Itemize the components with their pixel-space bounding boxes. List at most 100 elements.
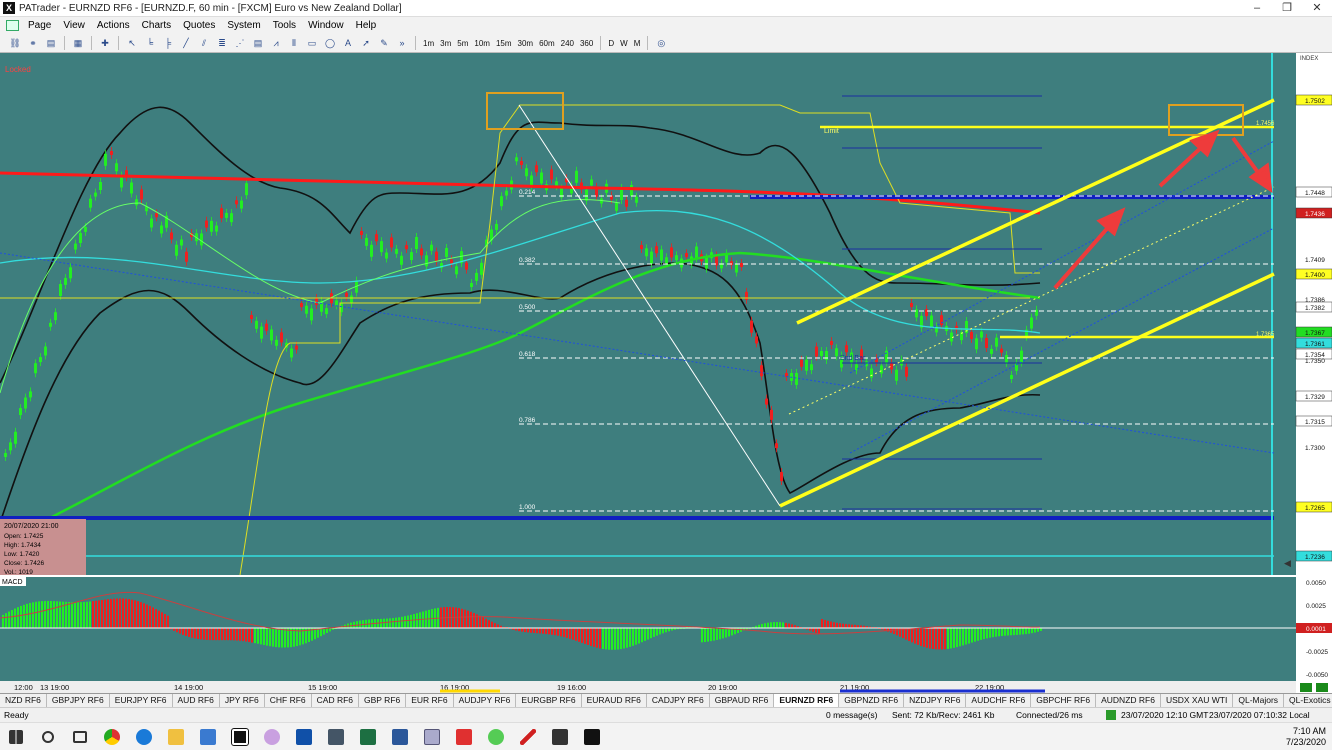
app-purple-icon[interactable] xyxy=(256,723,288,751)
period-monthly[interactable]: M xyxy=(631,39,644,48)
refresh-icon[interactable]: ◎ xyxy=(654,37,668,50)
edge-icon[interactable] xyxy=(128,723,160,751)
tab-eurjpy-rf6[interactable]: EURJPY RF6 xyxy=(110,694,173,707)
tab-gbpchf-rf6[interactable]: GBPCHF RF6 xyxy=(1031,694,1097,707)
price-pane[interactable] xyxy=(0,53,1296,575)
tab-gbpaud-rf6[interactable]: GBPAUD RF6 xyxy=(710,694,775,707)
tab-cadjpy-rf6[interactable]: CADJPY RF6 xyxy=(647,694,710,707)
speaker-icon[interactable]: ◀ xyxy=(1284,558,1291,568)
restore-button[interactable]: ❐ xyxy=(1272,0,1302,17)
scroll-right-button[interactable] xyxy=(1316,683,1328,692)
ellipse-icon[interactable]: ◯ xyxy=(323,37,337,50)
outlook-icon[interactable] xyxy=(288,723,320,751)
menu-view[interactable]: View xyxy=(57,17,91,34)
taskbar-clock[interactable]: 7:10 AM 7/23/2020 xyxy=(1286,726,1326,748)
timeframe-5m[interactable]: 5m xyxy=(454,39,471,48)
timeframe-30m[interactable]: 30m xyxy=(515,39,537,48)
menu-help[interactable]: Help xyxy=(350,17,383,34)
tab-nzdjpy-rf6[interactable]: NZDJPY RF6 xyxy=(904,694,967,707)
tab-ql-exotics[interactable]: QL-Exotics xyxy=(1284,694,1332,707)
timeframe-3m[interactable]: 3m xyxy=(437,39,454,48)
patrader-taskbar-icon[interactable] xyxy=(224,723,256,751)
cycles-icon[interactable]: ⦀ xyxy=(287,37,301,50)
timeframe-10m[interactable]: 10m xyxy=(471,39,493,48)
period-weekly[interactable]: W xyxy=(617,39,631,48)
crosshair-icon[interactable]: ✚ xyxy=(98,37,112,50)
tab-nzd-rf6[interactable]: NZD RF6 xyxy=(0,694,47,707)
chart-style-icon[interactable]: ▦ xyxy=(71,37,85,50)
timeframe-360[interactable]: 360 xyxy=(577,39,596,48)
menu-tools[interactable]: Tools xyxy=(267,17,302,34)
video-app-icon[interactable] xyxy=(544,723,576,751)
link-group-icon[interactable]: ⚭ xyxy=(26,37,40,50)
tab-jpy-rf6[interactable]: JPY RF6 xyxy=(220,694,265,707)
rectangle-icon[interactable]: ▭ xyxy=(305,37,319,50)
vertical-line-icon[interactable]: ╞ xyxy=(161,37,175,50)
windows-start-icon[interactable] xyxy=(0,723,32,751)
chart-area[interactable]: 0.214 0.382 0.500 0.618 0.786 1.000 Locked Li… xyxy=(0,53,1332,693)
period-daily[interactable]: D xyxy=(605,39,617,48)
app-n-icon[interactable] xyxy=(480,723,512,751)
tab-usdx-xau-wti[interactable]: USDX XAU WTI xyxy=(1161,694,1234,707)
tab-chf-rf6[interactable]: CHF RF6 xyxy=(265,694,312,707)
more-tools-icon[interactable]: » xyxy=(395,37,409,50)
draw-icon[interactable]: ✎ xyxy=(377,37,391,50)
print-icon[interactable]: ▤ xyxy=(44,37,58,50)
tab-cad-rf6[interactable]: CAD RF6 xyxy=(312,694,360,707)
status-messages[interactable]: 0 message(s) xyxy=(826,710,878,720)
app-red-check-icon[interactable] xyxy=(512,723,544,751)
tab-gbpnzd-rf6[interactable]: GBPNZD RF6 xyxy=(839,694,905,707)
timeframe-1m[interactable]: 1m xyxy=(420,39,437,48)
menu-charts[interactable]: Charts xyxy=(136,17,177,34)
fibonacci-icon[interactable]: ≣ xyxy=(215,37,229,50)
close-button[interactable]: ✕ xyxy=(1302,0,1332,17)
store-icon[interactable] xyxy=(192,723,224,751)
tab-gbp-rf6[interactable]: GBP RF6 xyxy=(359,694,407,707)
timeframe-60m[interactable]: 60m xyxy=(536,39,558,48)
menu-actions[interactable]: Actions xyxy=(91,17,136,34)
tab-audchf-rf6[interactable]: AUDCHF RF6 xyxy=(966,694,1032,707)
window-app-icon[interactable] xyxy=(416,723,448,751)
minimize-button[interactable]: – xyxy=(1242,0,1272,17)
snagit-icon[interactable] xyxy=(448,723,480,751)
macd-bar xyxy=(278,628,280,648)
menu-window[interactable]: Window xyxy=(302,17,350,34)
price-label: 1.7436 xyxy=(1295,207,1332,219)
tab-gbpjpy-rf6[interactable]: GBPJPY RF6 xyxy=(47,694,110,707)
andrews-pitchfork-icon[interactable]: ⩘ xyxy=(269,37,283,50)
macd-bar xyxy=(239,628,241,641)
chart-menu-icon[interactable] xyxy=(6,20,19,31)
word-icon[interactable] xyxy=(384,723,416,751)
timeframe-240[interactable]: 240 xyxy=(558,39,577,48)
fib-fan-icon[interactable]: ⋰ xyxy=(233,37,247,50)
horizontal-line-icon[interactable]: ╘ xyxy=(143,37,157,50)
price-chart[interactable]: 0.214 0.382 0.500 0.618 0.786 1.000 Locked Li… xyxy=(0,53,1332,693)
menu-quotes[interactable]: Quotes xyxy=(177,17,221,34)
tab-eurnzd-rf6[interactable]: EURNZD RF6 xyxy=(774,694,840,707)
tab-ql-majors[interactable]: QL-Majors xyxy=(1233,694,1285,707)
tab-eur-rf6[interactable]: EUR RF6 xyxy=(406,694,454,707)
tab-audnzd-rf6[interactable]: AUDNZD RF6 xyxy=(1096,694,1161,707)
tab-euraud-rf6[interactable]: EURAUD RF6 xyxy=(582,694,647,707)
tab-audjpy-rf6[interactable]: AUDJPY RF6 xyxy=(454,694,517,707)
cursor-icon[interactable]: ↖ xyxy=(125,37,139,50)
search-icon[interactable] xyxy=(32,723,64,751)
task-view-icon[interactable] xyxy=(64,723,96,751)
menu-page[interactable]: Page xyxy=(22,17,57,34)
tab-eurgbp-rf6[interactable]: EURGBP RF6 xyxy=(516,694,582,707)
scroll-left-button[interactable] xyxy=(1300,683,1312,692)
chrome-icon[interactable] xyxy=(96,723,128,751)
menu-system[interactable]: System xyxy=(221,17,266,34)
timeframe-15m[interactable]: 15m xyxy=(493,39,515,48)
ic-app-icon[interactable] xyxy=(576,723,608,751)
trendline-icon[interactable]: ╱ xyxy=(179,37,193,50)
calculator-icon[interactable] xyxy=(320,723,352,751)
arrow-tool-icon[interactable]: ➚ xyxy=(359,37,373,50)
tab-aud-rf6[interactable]: AUD RF6 xyxy=(173,694,220,707)
gann-icon[interactable]: ▤ xyxy=(251,37,265,50)
file-explorer-icon[interactable] xyxy=(160,723,192,751)
channel-icon[interactable]: ⫽ xyxy=(197,37,211,50)
text-tool-icon[interactable]: A xyxy=(341,37,355,50)
excel-icon[interactable] xyxy=(352,723,384,751)
link-icon[interactable]: ⛓ xyxy=(8,37,22,50)
